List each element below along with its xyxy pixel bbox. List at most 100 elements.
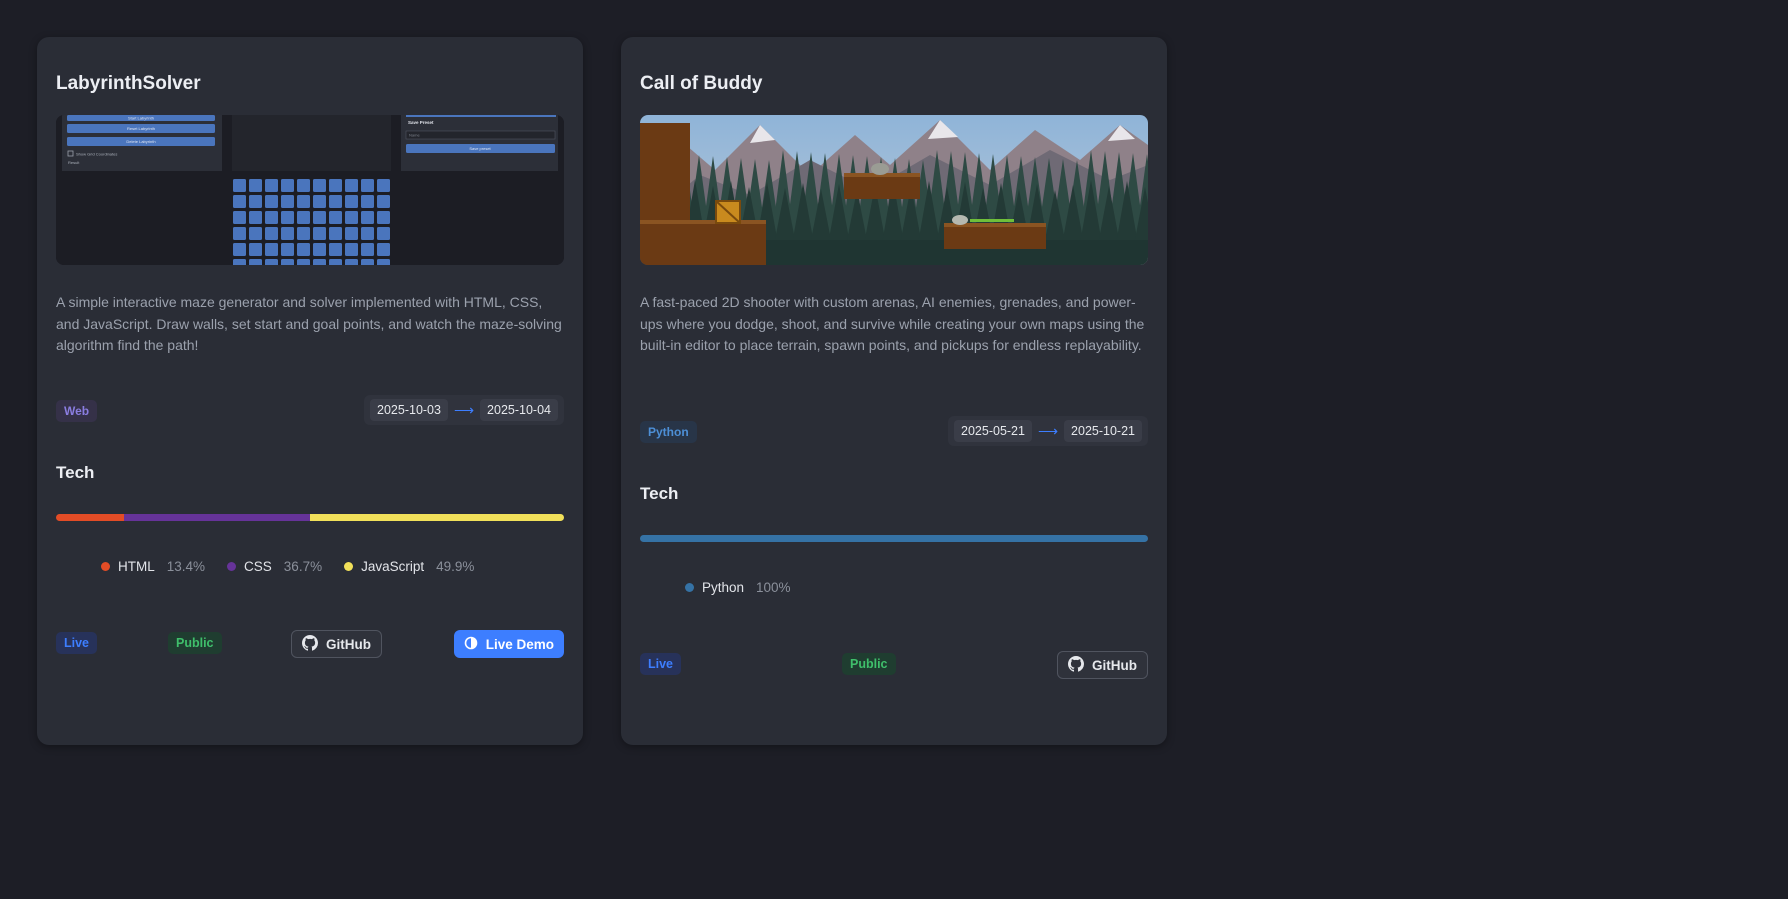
category-badge: Web: [56, 400, 98, 422]
project-description: A fast-paced 2D shooter with custom aren…: [640, 294, 1145, 353]
maze-cell: [345, 259, 358, 265]
live-demo-button-label: Live Demo: [485, 636, 554, 652]
language-dot: [685, 583, 694, 592]
maze-cell: [297, 259, 310, 265]
date-range: 2025-10-03 ⟶ 2025-10-04: [364, 395, 564, 425]
shot-button-0: Start Labyrinth: [128, 116, 154, 121]
date-range: 2025-05-21 ⟶ 2025-10-21: [948, 416, 1148, 446]
maze-cell: [265, 211, 278, 224]
category-badge: Python: [640, 421, 697, 443]
live-demo-button[interactable]: Live Demo: [453, 630, 564, 658]
language-bar-segment-javascript: [310, 514, 564, 521]
language-name: JavaScript: [361, 559, 425, 574]
project-card-labyrinthsolver: LabyrinthSolver Start Labyrinth Reset La…: [37, 37, 583, 745]
shot-button-2: Delete Labyrinth: [126, 139, 155, 144]
status-badge: Live: [640, 653, 682, 675]
shot-preset-input: Name: [409, 133, 420, 138]
project-title: Call of Buddy: [640, 73, 763, 94]
shot-button-1: Reset Labyrinth: [127, 126, 155, 131]
github-button[interactable]: GitHub: [1057, 651, 1148, 679]
maze-cell: [345, 243, 358, 256]
github-button-label: GitHub: [326, 636, 371, 652]
maze-cell: [297, 179, 310, 192]
language-bar: [56, 514, 564, 521]
start-date: 2025-10-03: [370, 399, 448, 421]
maze-cell: [345, 179, 358, 192]
language-dot: [344, 562, 354, 571]
maze-cell: [377, 195, 390, 208]
globe-icon: [464, 636, 478, 653]
maze-cell: [313, 227, 326, 240]
maze-cell: [297, 195, 310, 208]
maze-cell: [313, 211, 326, 224]
maze-cell: [313, 195, 326, 208]
maze-cell: [265, 195, 278, 208]
legend-item-css: CSS 36.7%: [227, 559, 322, 574]
language-percent: 36.7%: [283, 559, 323, 574]
maze-cell: [233, 179, 246, 192]
maze-cell: [361, 243, 374, 256]
language-bar: [640, 535, 1148, 542]
maze-cell: [297, 227, 310, 240]
maze-cell: [313, 259, 326, 265]
maze-cell: [249, 227, 262, 240]
maze-cell: [345, 227, 358, 240]
project-card-call-of-buddy: Call of Buddy A fast-paced 2D shooter wi…: [621, 37, 1167, 745]
maze-cell: [265, 179, 278, 192]
maze-cell: [377, 227, 390, 240]
maze-cell: [265, 259, 278, 265]
end-date: 2025-10-04: [480, 399, 558, 421]
visibility-badge: Public: [842, 653, 896, 675]
maze-cell: [377, 259, 390, 265]
legend-item-html: HTML 13.4%: [101, 559, 205, 574]
maze-cell: [297, 243, 310, 256]
maze-cell: [377, 243, 390, 256]
project-meta-row: Python 2025-05-21 ⟶ 2025-10-21: [640, 416, 1148, 446]
maze-cell: [329, 243, 342, 256]
maze-cell: [361, 227, 374, 240]
maze-cell: [281, 227, 294, 240]
maze-cell: [281, 195, 294, 208]
language-bar-segment-python: [640, 535, 1148, 542]
maze-cell: [329, 227, 342, 240]
github-icon: [302, 634, 318, 654]
project-meta-row: Web 2025-10-03 ⟶ 2025-10-04: [56, 395, 564, 425]
project-screenshot: [640, 115, 1148, 265]
arrow-right-icon: ⟶: [1037, 422, 1059, 439]
maze-cell: [249, 259, 262, 265]
maze-cell: [281, 211, 294, 224]
screenshot-buttons: Start Labyrinth Reset Labyrinth Delete L…: [67, 115, 215, 146]
language-name: CSS: [244, 559, 272, 574]
tech-heading: Tech: [56, 463, 95, 482]
maze-cell: [361, 195, 374, 208]
project-screenshot: Start Labyrinth Reset Labyrinth Delete L…: [56, 115, 564, 265]
language-legend: HTML 13.4% CSS 36.7% JavaScript 49.9%: [101, 559, 474, 574]
maze-cell: [233, 243, 246, 256]
maze-cell: [329, 211, 342, 224]
maze-cell: [297, 211, 310, 224]
maze-cell: [377, 179, 390, 192]
maze-cell: [361, 211, 374, 224]
maze-cell: [281, 243, 294, 256]
maze-cell: [313, 243, 326, 256]
github-button-label: GitHub: [1092, 657, 1137, 673]
maze-cell: [233, 227, 246, 240]
project-description: A simple interactive maze generator and …: [56, 294, 562, 353]
maze-cell: [361, 179, 374, 192]
shot-preset-button: Save preset: [469, 146, 491, 151]
maze-cell: [265, 227, 278, 240]
github-icon: [1068, 655, 1084, 675]
github-button[interactable]: GitHub: [291, 630, 382, 658]
maze-cell: [249, 195, 262, 208]
language-dot: [101, 562, 110, 571]
language-name: Python: [702, 580, 745, 595]
maze-cell: [249, 243, 262, 256]
maze-cell: [329, 179, 342, 192]
start-date: 2025-05-21: [954, 420, 1032, 442]
project-title: LabyrinthSolver: [56, 73, 201, 94]
tech-heading: Tech: [640, 484, 679, 503]
maze-cell: [361, 259, 374, 265]
maze-cell: [329, 259, 342, 265]
maze-cell: [345, 211, 358, 224]
shot-preset-title: Save Preset: [408, 120, 434, 125]
